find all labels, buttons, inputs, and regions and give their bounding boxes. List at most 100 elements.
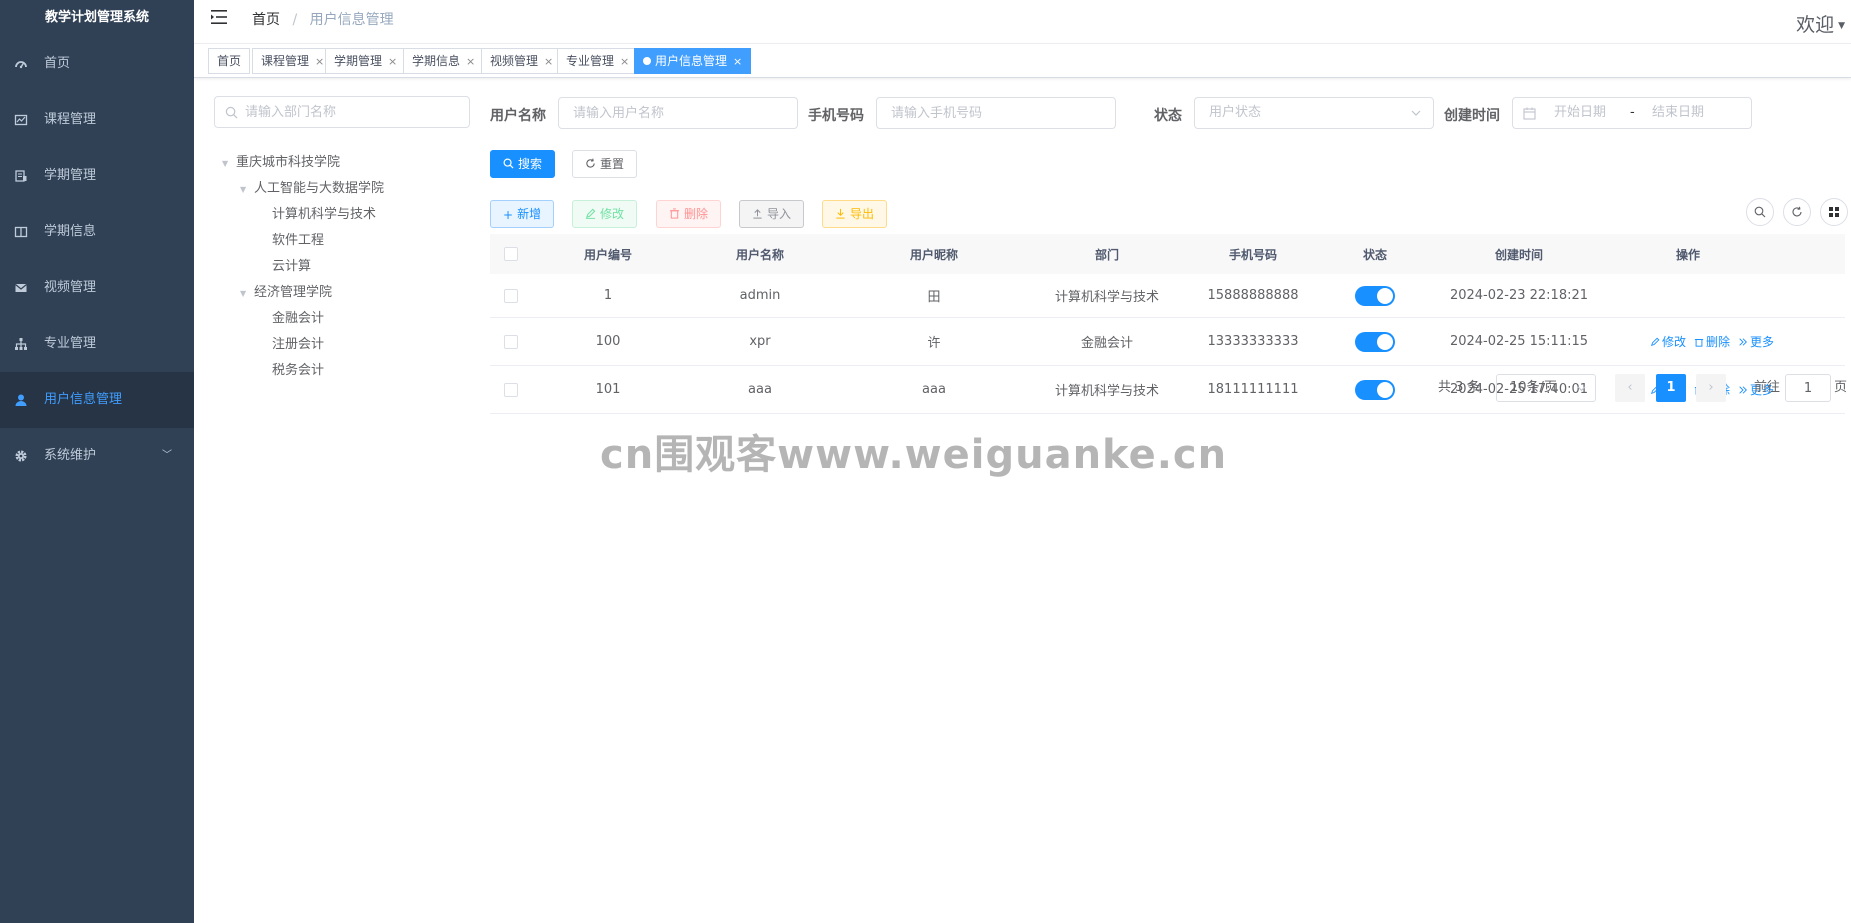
user-icon	[15, 394, 27, 406]
status-toggle[interactable]	[1355, 379, 1395, 400]
tree-node[interactable]: ▼ 经济管理学院	[222, 280, 462, 306]
status-select[interactable]: 用户状态	[1194, 97, 1434, 129]
watermark: cn围观客www.weiguanke.cn	[600, 432, 1228, 478]
edit-button[interactable]: 修改	[572, 200, 638, 228]
sidebar-item-3[interactable]: 学期信息	[0, 204, 194, 260]
tab-label: 学期管理	[334, 54, 383, 68]
search-button[interactable]: 搜索	[490, 150, 556, 178]
phone-label: 手机号码	[808, 108, 864, 124]
cell-status	[1324, 318, 1426, 365]
status-placeholder: 用户状态	[1209, 105, 1262, 120]
tab-5[interactable]: 专业管理 ×	[557, 48, 639, 74]
chevron-down-icon	[1577, 386, 1586, 392]
end-date-placeholder[interactable]: 结束日期	[1652, 98, 1704, 128]
cell-username: admin	[684, 274, 836, 317]
created-date-range[interactable]: 开始日期 - 结束日期	[1512, 97, 1752, 129]
sidebar-item-5[interactable]: 专业管理	[0, 316, 194, 372]
phone-input[interactable]	[877, 98, 1115, 128]
header-cell: 部门	[1032, 234, 1182, 274]
sidebar-item-7[interactable]: 系统维护 ﹀	[0, 428, 194, 484]
cell-phone: 18111111111	[1182, 366, 1324, 413]
tab-1[interactable]: 课程管理 ×	[252, 48, 334, 74]
gear-icon	[15, 450, 27, 462]
sidebar-item-0[interactable]: 首页	[0, 36, 194, 92]
tab-4[interactable]: 视频管理 ×	[481, 48, 563, 74]
next-page-button[interactable]: ›	[1696, 374, 1726, 402]
row-edit-link[interactable]: 修改	[1650, 333, 1686, 350]
cell-dept: 金融会计	[1032, 318, 1182, 365]
op-label: 修改	[1662, 335, 1687, 349]
header-label: 手机号码	[1228, 247, 1277, 262]
status-toggle[interactable]	[1355, 285, 1395, 306]
tab-2[interactable]: 学期管理 ×	[325, 48, 407, 74]
tree-node[interactable]: 注册会计	[222, 332, 462, 358]
document-icon	[15, 170, 27, 182]
cell-check	[490, 274, 532, 317]
close-icon[interactable]: ×	[544, 55, 553, 68]
goto-label: 前往	[1754, 380, 1781, 395]
row-checkbox[interactable]	[504, 288, 518, 303]
sidebar-menu: 首页 课程管理 学期管理学期信息视频管理 专业管理 用户信息管理 系统维护 ﹀	[0, 36, 194, 484]
import-button[interactable]: 导入	[739, 200, 805, 228]
cell-text: 计算机科学与技术	[1054, 290, 1159, 305]
cell-id: 1	[532, 274, 684, 317]
close-icon[interactable]: ×	[620, 55, 629, 68]
cell-phone: 15888888888	[1182, 274, 1324, 317]
tree-node[interactable]: 软件工程	[222, 228, 462, 254]
tree-node[interactable]: 金融会计	[222, 306, 462, 332]
caret-down-icon[interactable]: ▼	[240, 177, 254, 203]
close-icon[interactable]: ×	[315, 55, 324, 68]
close-icon[interactable]: ×	[466, 55, 475, 68]
export-button[interactable]: 导出	[822, 200, 888, 228]
delete-button-label: 删除	[684, 207, 709, 221]
sidebar-item-2[interactable]: 学期管理	[0, 148, 194, 204]
prev-page-button[interactable]: ‹	[1615, 374, 1645, 402]
reset-button[interactable]: 重置	[572, 150, 638, 178]
tree-node-label: 金融会计	[272, 311, 325, 326]
caret-down-icon[interactable]: ▼	[240, 281, 254, 307]
calendar-icon	[1523, 107, 1536, 120]
sidebar-item-4[interactable]: 视频管理	[0, 260, 194, 316]
close-icon[interactable]: ×	[388, 55, 397, 68]
cell-text: 田	[927, 290, 941, 305]
columns-button[interactable]	[1820, 198, 1848, 226]
refresh-button[interactable]	[1783, 198, 1811, 226]
tab-6[interactable]: 用户信息管理 ×	[634, 48, 752, 74]
sidebar-item-label: 学期信息	[44, 224, 97, 239]
username-input[interactable]	[559, 98, 797, 128]
row-checkbox[interactable]	[504, 334, 518, 349]
cell-text: 1	[603, 288, 613, 303]
page-size-select[interactable]: 10条/页	[1496, 374, 1596, 402]
tree-node[interactable]: 税务会计	[222, 358, 462, 384]
close-icon[interactable]: ×	[733, 55, 742, 68]
row-checkbox[interactable]	[504, 382, 518, 397]
cell-username: xpr	[684, 318, 836, 365]
sidebar-item-6[interactable]: 用户信息管理	[0, 372, 194, 428]
cell-text: 15888888888	[1207, 288, 1299, 303]
caret-down-icon[interactable]: ▼	[222, 151, 236, 177]
op-label: 删除	[1706, 335, 1731, 349]
dept-search-input[interactable]	[245, 97, 465, 127]
toggle-search-button[interactable]	[1746, 198, 1774, 226]
tree-node[interactable]: 云计算	[222, 254, 462, 280]
sidebar-item-1[interactable]: 课程管理	[0, 92, 194, 148]
tree-node[interactable]: ▼ 重庆城市科技学院	[222, 150, 462, 176]
tab-3[interactable]: 学期信息 ×	[403, 48, 485, 74]
row-delete-link[interactable]: 删除	[1694, 333, 1730, 350]
hamburger-icon[interactable]	[210, 8, 228, 26]
tree-node[interactable]: ▼ 人工智能与大数据学院	[222, 176, 462, 202]
goto-page-input[interactable]	[1785, 374, 1831, 402]
add-button[interactable]: + 新增	[490, 200, 555, 228]
tab-0[interactable]: 首页	[208, 48, 251, 74]
select-all-checkbox[interactable]	[504, 247, 518, 261]
breadcrumb-home[interactable]: 首页	[252, 12, 280, 28]
row-more-link[interactable]: 更多	[1738, 333, 1774, 350]
page-number-button[interactable]: 1	[1656, 374, 1686, 402]
header-cell	[490, 234, 532, 274]
tree-node[interactable]: 计算机科学与技术	[222, 202, 462, 228]
start-date-placeholder[interactable]: 开始日期	[1554, 98, 1606, 128]
delete-button[interactable]: 删除	[656, 200, 722, 228]
status-toggle[interactable]	[1355, 331, 1395, 352]
tags-view: 首页 课程管理 × 学期管理 × 学期信息 × 视频管理 × 专业管理 × 用户信息管理 ×	[194, 44, 1851, 78]
welcome-dropdown[interactable]: 欢迎 ▼	[1796, 10, 1845, 37]
